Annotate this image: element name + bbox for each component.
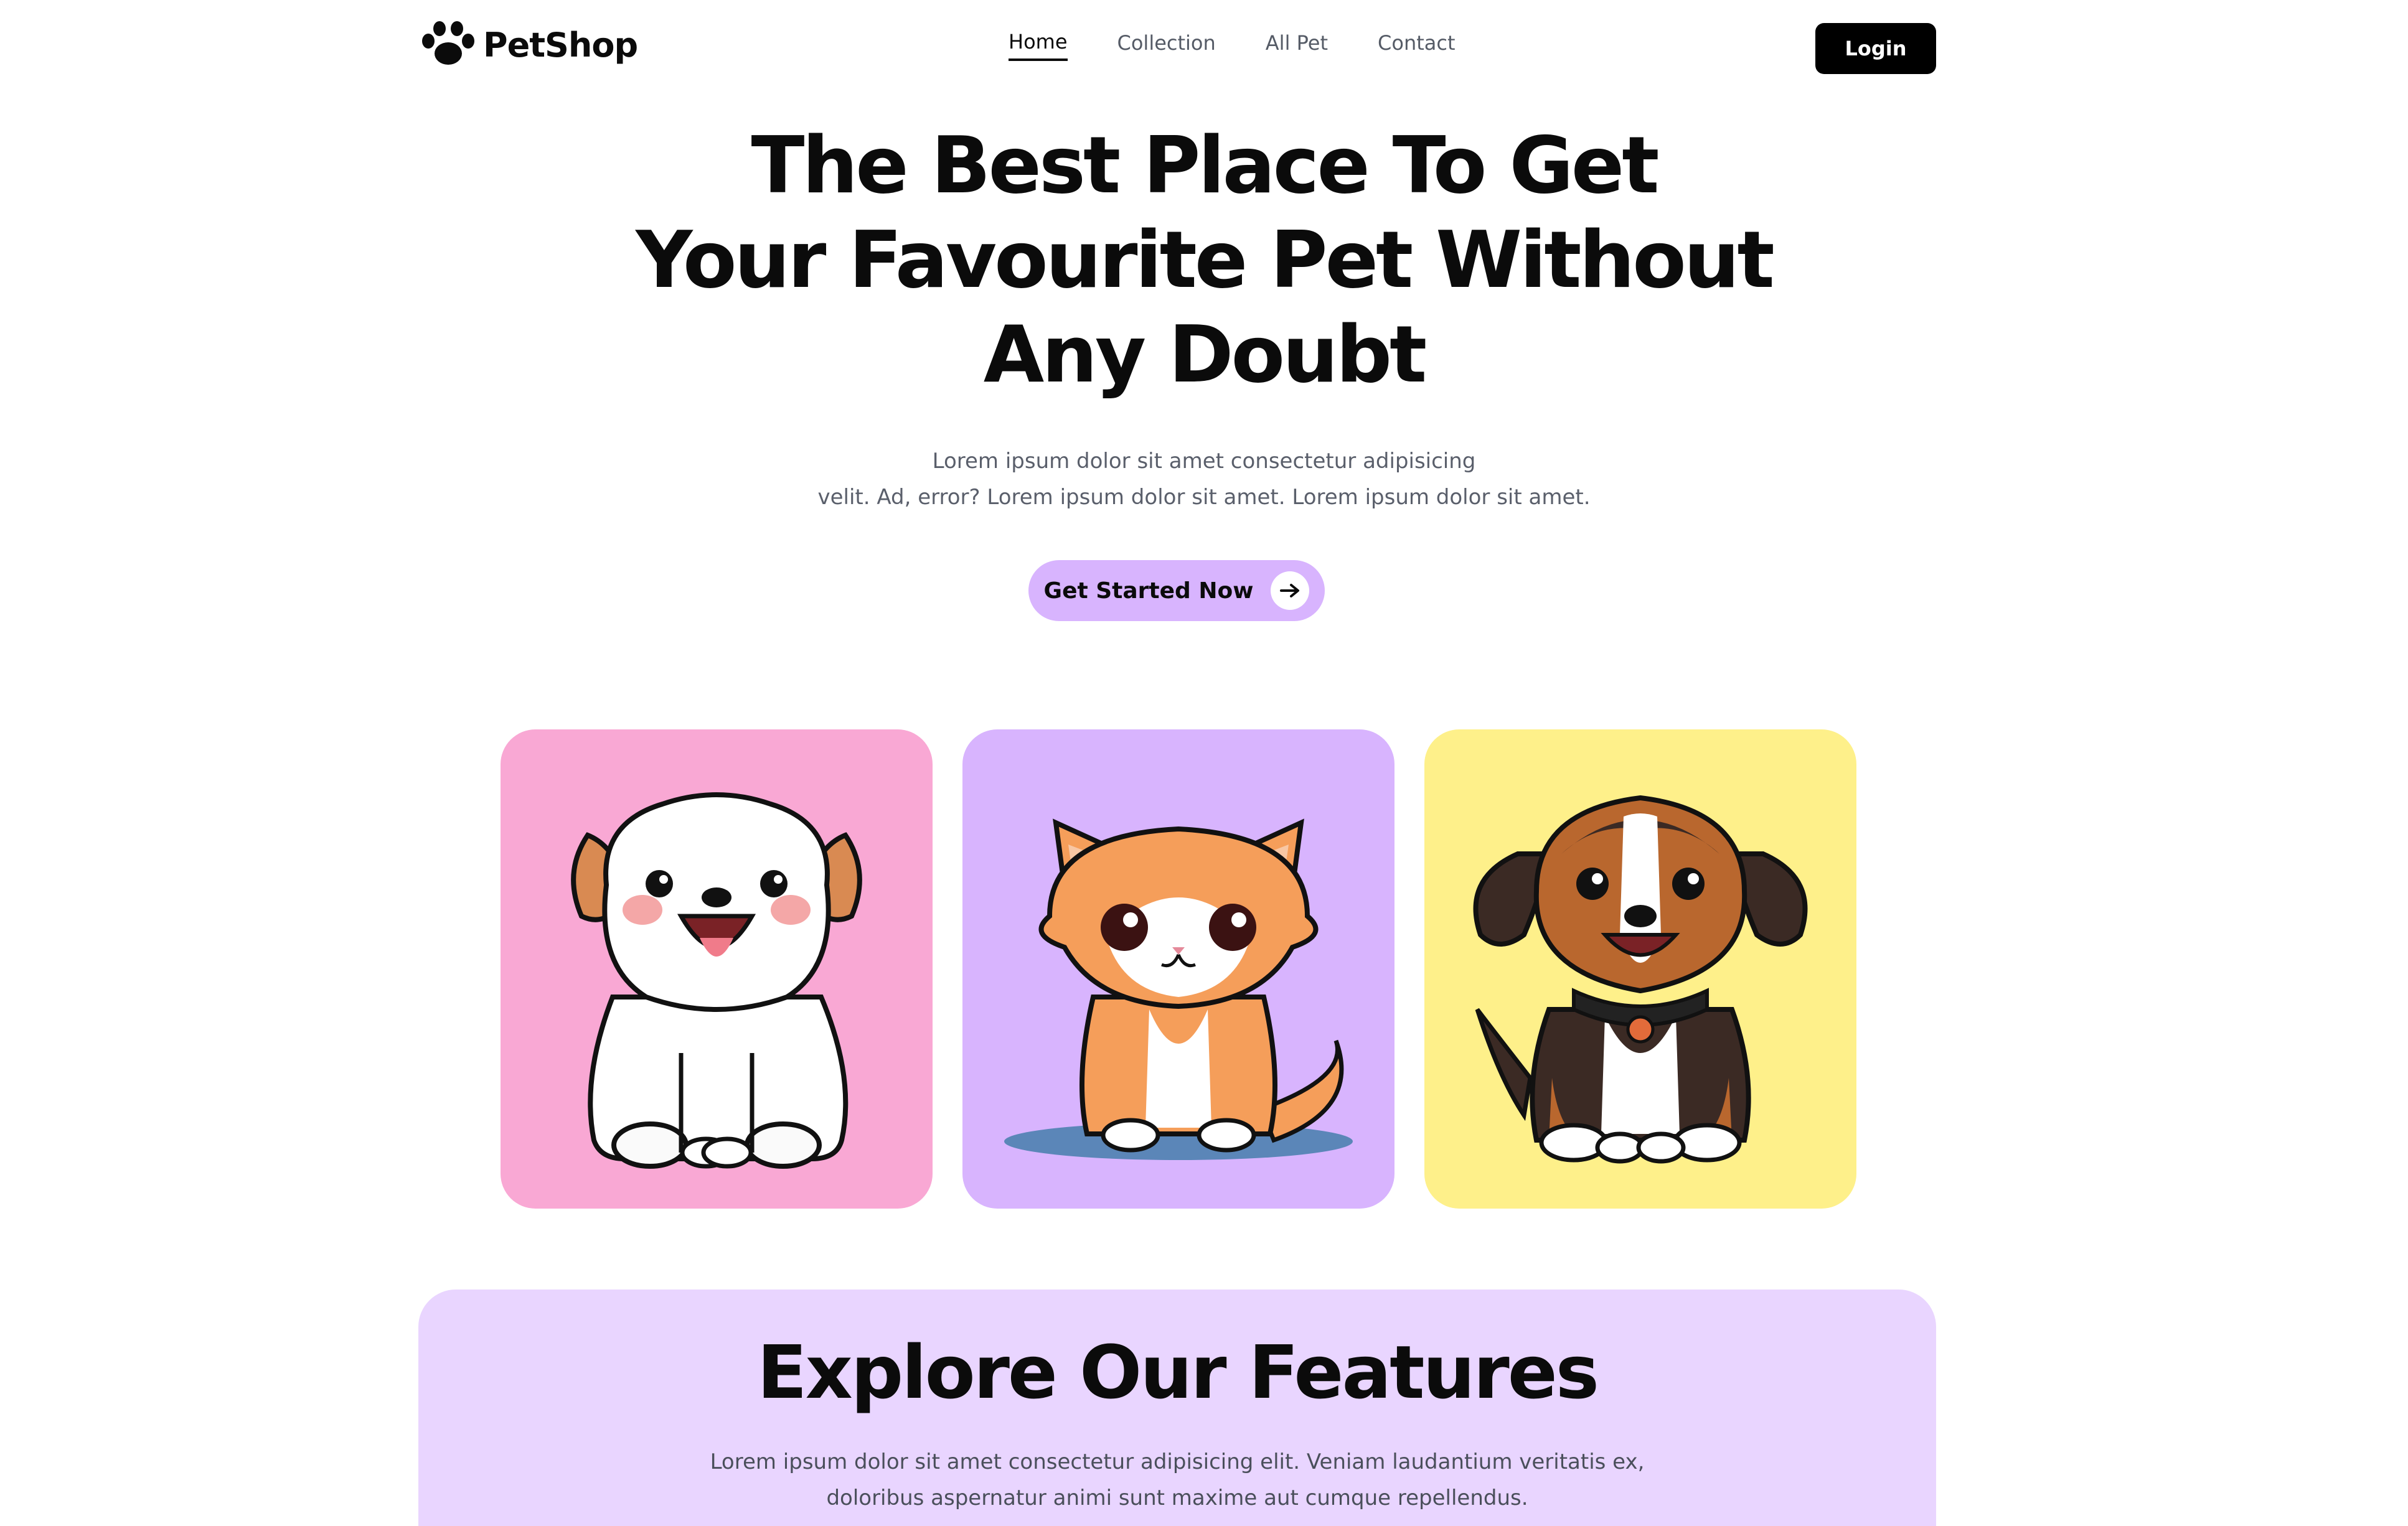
hero-subtitle: Lorem ipsum dolor sit amet consectetur a…	[581, 443, 1827, 515]
site-header: PetShop Home Collection All Pet Contact …	[0, 0, 2408, 93]
orange-kitten-illustration	[1004, 818, 1353, 1160]
features-subtitle-line: Lorem ipsum dolor sit amet consectetur a…	[710, 1449, 1645, 1474]
get-started-button[interactable]: Get Started Now	[1028, 560, 1325, 621]
hero-subtitle-line: velit. Ad, error? Lorem ipsum dolor sit …	[817, 485, 1591, 510]
hero-title-line: The Best Place To Get	[751, 119, 1660, 211]
hero-title: The Best Place To Get Your Favourite Pet…	[581, 118, 1827, 402]
hero-title-line: Any Doubt	[983, 309, 1427, 400]
features-title: Explore Our Features	[757, 1329, 1599, 1415]
features-section: Explore Our Features Lorem ipsum dolor s…	[418, 1290, 1936, 1526]
hero-subtitle-line: Lorem ipsum dolor sit amet consectetur a…	[932, 449, 1476, 474]
login-button[interactable]: Login	[1815, 23, 1936, 74]
features-subtitle-line: doloribus aspernatur animi sunt maxime a…	[826, 1486, 1528, 1510]
get-started-label: Get Started Now	[1043, 578, 1254, 604]
pet-card-white-puppy[interactable]	[501, 729, 933, 1209]
white-puppy-illustration	[571, 792, 862, 1169]
main-nav: Home Collection All Pet Contact	[1009, 30, 1456, 61]
arrow-right-icon	[1271, 571, 1310, 610]
nav-collection[interactable]: Collection	[1117, 31, 1216, 60]
brown-puppy-illustration	[1473, 795, 1808, 1164]
nav-contact[interactable]: Contact	[1378, 31, 1456, 60]
logo[interactable]: PetShop	[418, 19, 638, 71]
paw-icon	[422, 21, 474, 65]
pet-card-orange-kitten[interactable]	[962, 729, 1394, 1209]
features-subtitle: Lorem ipsum dolor sit amet consectetur a…	[418, 1444, 1936, 1516]
nav-all-pet[interactable]: All Pet	[1266, 31, 1328, 60]
pet-card-brown-puppy[interactable]	[1424, 729, 1856, 1209]
logo-text: PetShop	[483, 25, 638, 65]
nav-home[interactable]: Home	[1009, 30, 1068, 61]
hero-title-line: Your Favourite Pet Without	[636, 214, 1774, 306]
